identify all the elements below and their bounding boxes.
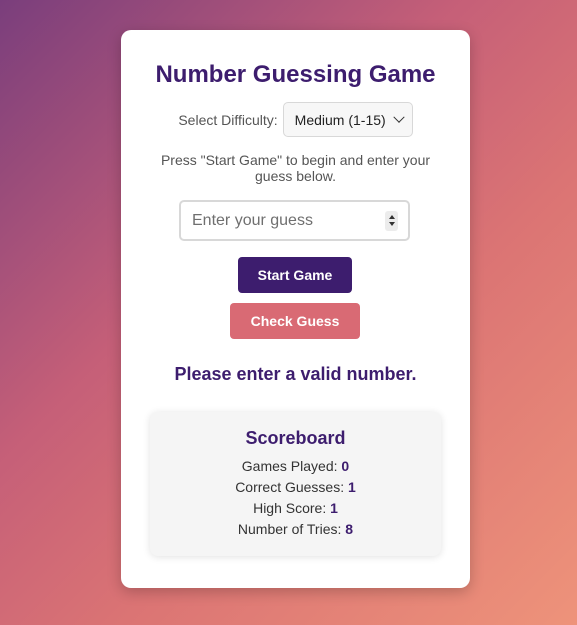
number-stepper[interactable] <box>385 210 398 231</box>
games-played-row: Games Played: 0 <box>150 458 441 474</box>
guess-input-placeholder: Enter your guess <box>192 211 313 229</box>
correct-guesses-value: 1 <box>348 479 356 495</box>
tries-value: 8 <box>345 521 354 537</box>
stepper-up-icon[interactable] <box>388 215 395 219</box>
games-played-label: Games Played: <box>241 458 338 474</box>
instructions-text: Press "Start Game" to begin and enter yo… <box>160 152 431 184</box>
tries-label: Number of Tries: <box>237 521 342 537</box>
correct-guesses-row: Correct Guesses: 1 <box>150 479 441 495</box>
scoreboard: Scoreboard Games Played: 0 Correct Guess… <box>150 412 441 556</box>
high-score-value: 1 <box>330 500 338 516</box>
stepper-down-icon[interactable] <box>388 222 395 226</box>
game-card: Number Guessing Game Select Difficulty: … <box>121 30 470 588</box>
correct-guesses-label: Correct Guesses: <box>235 479 345 495</box>
guess-input[interactable]: Enter your guess <box>179 200 410 241</box>
check-guess-button[interactable]: Check Guess <box>230 303 360 339</box>
tries-row: Number of Tries: 8 <box>150 521 441 537</box>
games-played-value: 0 <box>341 458 350 474</box>
start-game-button[interactable]: Start Game <box>238 257 352 293</box>
high-score-row: High Score: 1 <box>150 500 441 516</box>
chevron-down-icon <box>393 111 405 123</box>
page-title: Number Guessing Game <box>155 61 436 88</box>
difficulty-select[interactable]: Medium (1-15) <box>282 102 413 137</box>
difficulty-selected-value: Medium (1-15) <box>294 111 386 128</box>
difficulty-label: Select Difficulty: <box>178 111 278 128</box>
scoreboard-title: Scoreboard <box>245 428 346 448</box>
high-score-label: High Score: <box>253 500 327 516</box>
feedback-message: Please enter a valid number. <box>174 364 417 384</box>
difficulty-row: Select Difficulty: Medium (1-15) <box>121 102 470 137</box>
